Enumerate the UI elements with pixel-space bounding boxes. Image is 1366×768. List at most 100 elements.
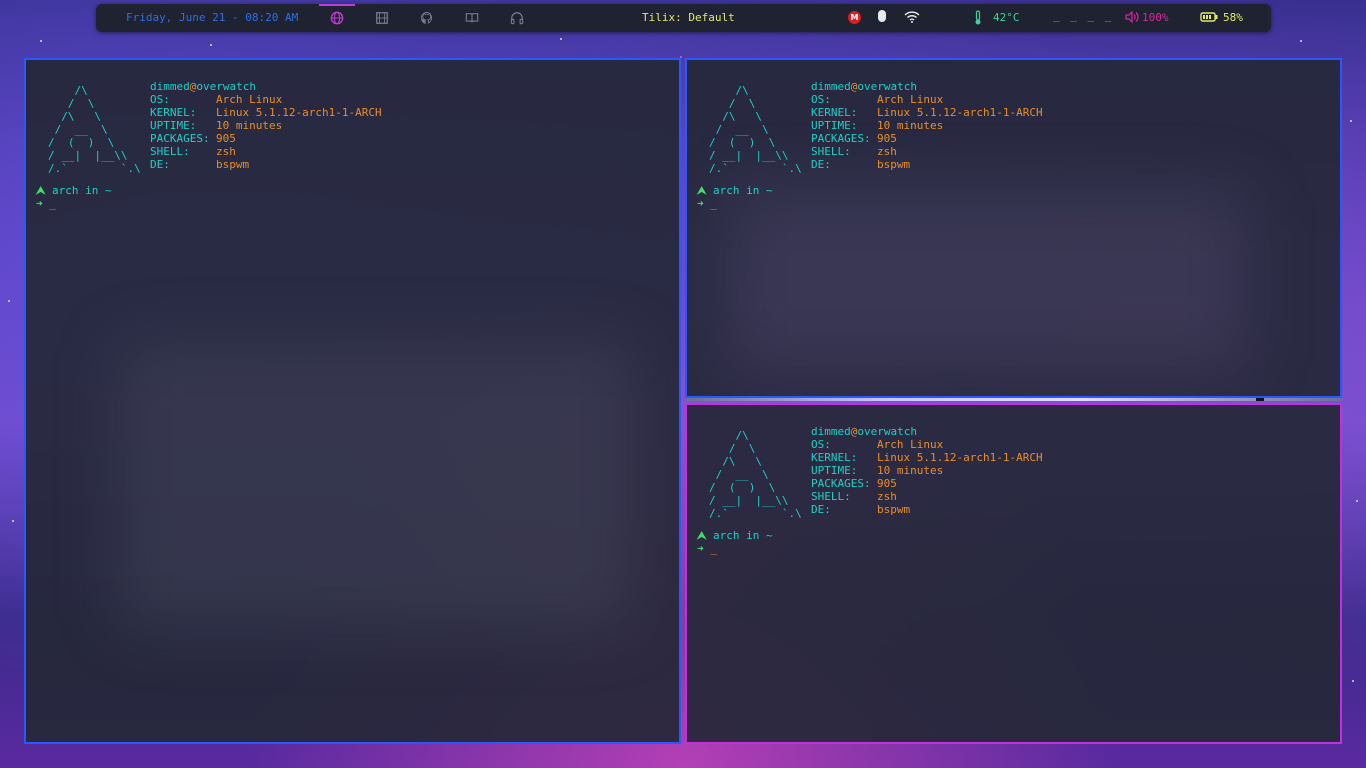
info-row: PACKAGES: 905	[150, 132, 382, 145]
wifi-icon[interactable]	[904, 11, 920, 23]
volume-icon[interactable]	[1125, 11, 1139, 23]
text-cursor: _	[710, 542, 717, 555]
arch-prompt-icon: ⮝	[697, 184, 707, 197]
info-value: zsh	[216, 145, 236, 158]
info-key: KERNEL:	[811, 106, 858, 119]
info-value: 10 minutes	[877, 464, 944, 477]
info-value: 905	[216, 132, 236, 145]
background-blur	[116, 340, 636, 630]
globe-icon	[330, 11, 344, 25]
volume-level[interactable]: 100%	[1142, 11, 1169, 24]
info-key: UPTIME:	[811, 119, 858, 132]
info-row: SHELL: zsh	[811, 145, 1043, 158]
github-icon	[420, 11, 432, 25]
arch-ascii-logo: /\ / \ /\ \ / __ \ / ( ) \ / __| |__\\ /…	[709, 84, 802, 175]
info-row: DE: bspwm	[811, 158, 1043, 171]
info-key: OS:	[150, 93, 170, 106]
network-speed-placeholder: _ _ _ _	[1053, 9, 1114, 22]
info-value: 905	[877, 477, 897, 490]
workspace-headphones[interactable]	[506, 7, 528, 29]
info-row: OS: Arch Linux	[811, 438, 1043, 451]
hostname: overwatch	[857, 80, 917, 93]
mouse-icon	[878, 10, 886, 22]
battery-icon	[1200, 12, 1218, 22]
info-row: SHELL: zsh	[150, 145, 382, 158]
info-row: KERNEL: Linux 5.1.12-arch1-1-ARCH	[150, 106, 382, 119]
terminal-pane-top-right[interactable]: /\ / \ /\ \ / __ \ / ( ) \ / __| |__\\ /…	[685, 58, 1342, 398]
info-value: zsh	[877, 145, 897, 158]
info-row: OS: Arch Linux	[811, 93, 1043, 106]
username: dimmed	[150, 80, 190, 93]
shell-prompt: ⮝ arch in ~	[697, 184, 773, 197]
arrow-icon: ➜	[697, 542, 704, 555]
film-icon	[376, 12, 388, 24]
info-value: Arch Linux	[216, 93, 283, 106]
input-line[interactable]: ➜ _	[697, 542, 717, 555]
info-value: bspwm	[877, 158, 911, 171]
headphones-icon	[510, 12, 524, 25]
cpu-temperature: 42°C	[993, 11, 1020, 24]
arch-ascii-logo: /\ / \ /\ \ / __ \ / ( ) \ / __| |__\\ /…	[709, 429, 802, 520]
info-key: PACKAGES:	[811, 477, 871, 490]
info-value: 10 minutes	[216, 119, 283, 132]
terminal-pane-left[interactable]: /\ / \ /\ \ / __ \ / ( ) \ / __| |__\\ /…	[24, 58, 681, 744]
info-value: 905	[877, 132, 897, 145]
neofetch-info: dimmed@overwatch OS: Arch Linux KERNEL: Li…	[811, 80, 1043, 171]
info-row: OS: Arch Linux	[150, 93, 382, 106]
info-row: KERNEL: Linux 5.1.12-arch1-1-ARCH	[811, 106, 1043, 119]
info-row: DE: bspwm	[150, 158, 382, 171]
info-key: UPTIME:	[150, 119, 197, 132]
arrow-icon: ➜	[697, 197, 704, 210]
info-value: bspwm	[877, 503, 911, 516]
shell-prompt: ⮝ arch in ~	[36, 184, 112, 197]
info-key: SHELL:	[150, 145, 190, 158]
info-value: 10 minutes	[877, 119, 944, 132]
neofetch-info: dimmed@overwatch OS: Arch Linux KERNEL: Li…	[150, 80, 382, 171]
info-value: Linux 5.1.12-arch1-1-ARCH	[877, 106, 1043, 119]
splitter-handle[interactable]	[1256, 398, 1264, 401]
info-row: DE: bspwm	[811, 503, 1043, 516]
hostname: overwatch	[196, 80, 256, 93]
info-row: KERNEL: Linux 5.1.12-arch1-1-ARCH	[811, 451, 1043, 464]
info-key: DE:	[811, 158, 831, 171]
prompt-text: arch in ~	[712, 184, 773, 197]
user-host: dimmed@overwatch	[150, 80, 382, 93]
info-key: KERNEL:	[811, 451, 858, 464]
clock-date: Friday, June 21 - 08:20 AM	[126, 11, 299, 24]
mega-sync-icon[interactable]: M	[848, 11, 861, 24]
pane-splitter[interactable]	[686, 398, 1342, 401]
terminal-pane-bottom-right[interactable]: /\ / \ /\ \ / __ \ / ( ) \ / __| |__\\ /…	[685, 403, 1342, 744]
workspace-film[interactable]	[371, 7, 393, 29]
info-value: Linux 5.1.12-arch1-1-ARCH	[877, 451, 1043, 464]
info-key: PACKAGES:	[150, 132, 210, 145]
info-key: KERNEL:	[150, 106, 197, 119]
arch-prompt-icon: ⮝	[697, 529, 707, 542]
book-icon	[465, 13, 479, 23]
arrow-icon: ➜	[36, 197, 43, 210]
input-line[interactable]: ➜ _	[697, 197, 717, 210]
hostname: overwatch	[857, 425, 917, 438]
text-cursor: _	[710, 197, 717, 210]
workspace-globe[interactable]	[319, 4, 355, 29]
username: dimmed	[811, 425, 851, 438]
workspace-github[interactable]	[416, 7, 438, 29]
text-cursor: _	[49, 197, 56, 210]
username: dimmed	[811, 80, 851, 93]
arch-prompt-icon: ⮝	[36, 184, 46, 197]
neofetch-info: dimmed@overwatch OS: Arch Linux KERNEL: Li…	[811, 425, 1043, 516]
input-line[interactable]: ➜ _	[36, 197, 56, 210]
info-row: PACKAGES: 905	[811, 477, 1043, 490]
shell-prompt: ⮝ arch in ~	[697, 529, 773, 542]
info-row: UPTIME: 10 minutes	[811, 119, 1043, 132]
info-row: SHELL: zsh	[811, 490, 1043, 503]
background-blur	[727, 190, 1247, 370]
info-row: UPTIME: 10 minutes	[811, 464, 1043, 477]
info-value: Arch Linux	[877, 438, 944, 451]
info-row: UPTIME: 10 minutes	[150, 119, 382, 132]
info-row: PACKAGES: 905	[811, 132, 1043, 145]
workspace-book[interactable]	[461, 7, 483, 29]
user-host: dimmed@overwatch	[811, 425, 1043, 438]
info-value: bspwm	[216, 158, 250, 171]
info-key: OS:	[811, 93, 831, 106]
prompt-text: arch in ~	[51, 184, 112, 197]
